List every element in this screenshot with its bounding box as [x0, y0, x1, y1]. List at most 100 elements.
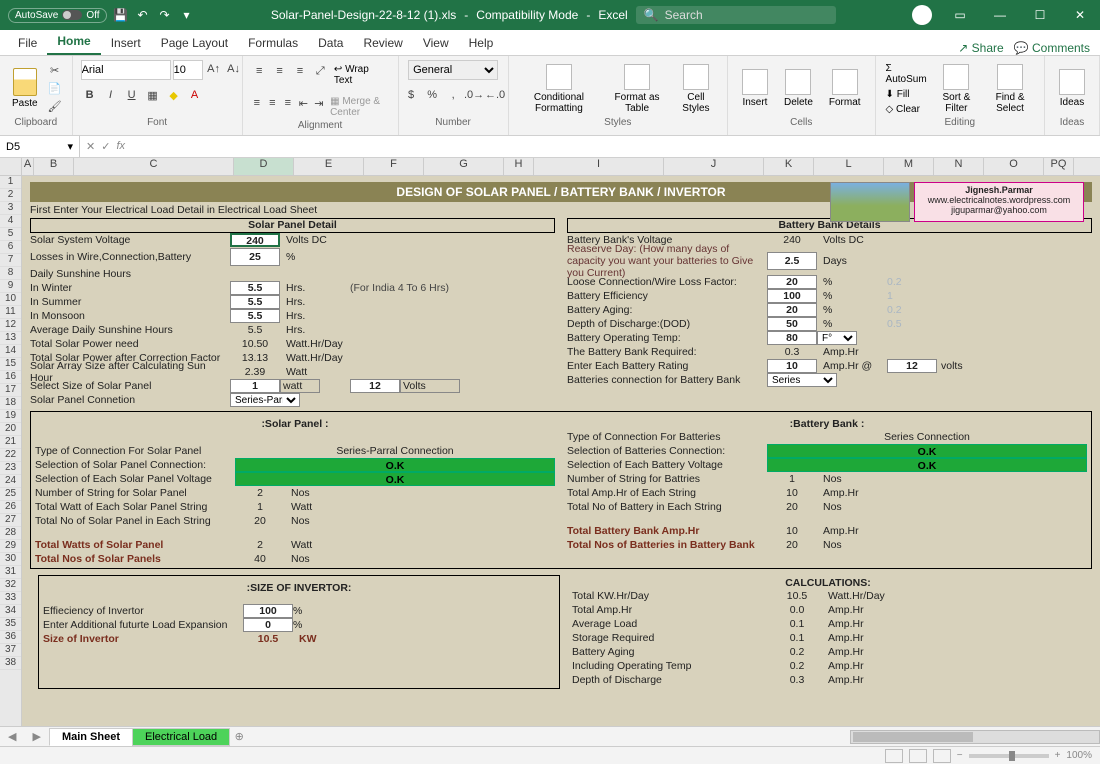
- clear-button[interactable]: ◇ Clear: [884, 102, 929, 117]
- mode: Compatibility Mode: [476, 8, 578, 22]
- minimize-icon[interactable]: —: [980, 0, 1020, 30]
- format-table-button[interactable]: Format as Table: [605, 62, 669, 116]
- format-painter-icon[interactable]: 🖌: [46, 98, 64, 116]
- sheet-nav-prev[interactable]: ◀: [0, 730, 24, 743]
- tab-review[interactable]: Review: [353, 31, 412, 55]
- page-break-view-icon[interactable]: [933, 749, 951, 763]
- normal-view-icon[interactable]: [885, 749, 903, 763]
- save-icon[interactable]: 💾: [113, 7, 129, 23]
- format-cells-button[interactable]: Format: [823, 67, 867, 110]
- paste-icon: [13, 68, 37, 96]
- cell-styles-button[interactable]: Cell Styles: [673, 62, 719, 116]
- delete-cells-button[interactable]: Delete: [778, 67, 819, 110]
- comma-icon[interactable]: ,: [444, 86, 462, 104]
- tab-help[interactable]: Help: [459, 31, 504, 55]
- copy-icon[interactable]: 📄: [46, 80, 64, 98]
- sheet-tabs: ◀ ▶ Main Sheet Electrical Load ⊕: [0, 726, 1100, 746]
- number-format-select[interactable]: General: [408, 60, 498, 80]
- insert-cells-button[interactable]: Insert: [736, 67, 774, 110]
- border-icon[interactable]: ▦: [144, 86, 162, 104]
- tab-formulas[interactable]: Formulas: [238, 31, 308, 55]
- column-headers: A B C D E F G H I J K L M N O PQ: [0, 158, 1100, 176]
- tab-file[interactable]: File: [8, 31, 47, 55]
- currency-icon[interactable]: $: [402, 86, 420, 104]
- font-name-select[interactable]: [81, 60, 171, 80]
- qat-dropdown-icon[interactable]: ▾: [179, 7, 195, 23]
- filename: Solar-Panel-Design-22-8-12 (1).xls: [271, 8, 456, 22]
- increase-font-icon[interactable]: A↑: [205, 60, 223, 78]
- search-input[interactable]: 🔍 Search: [636, 6, 836, 24]
- fill-button[interactable]: ⬇ Fill: [884, 87, 929, 102]
- battery-connection-select[interactable]: Series: [767, 373, 837, 387]
- sort-filter-button[interactable]: Sort & Filter: [933, 62, 980, 116]
- name-box[interactable]: D5▾: [0, 136, 80, 157]
- increase-indent-icon[interactable]: ⇥: [313, 94, 326, 112]
- align-middle-icon[interactable]: ≡: [271, 62, 288, 80]
- temp-unit-select[interactable]: F°: [817, 331, 857, 345]
- cell-d5[interactable]: 240: [230, 233, 280, 247]
- percent-icon[interactable]: %: [423, 86, 441, 104]
- horizontal-scrollbar[interactable]: [850, 730, 1100, 744]
- add-sheet-button[interactable]: ⊕: [229, 730, 249, 743]
- select-all-corner[interactable]: [0, 158, 22, 175]
- share-button[interactable]: ↗ Share: [958, 41, 1003, 55]
- ideas-button[interactable]: Ideas: [1053, 67, 1091, 110]
- tab-data[interactable]: Data: [308, 31, 353, 55]
- enter-formula-icon[interactable]: ✓: [101, 140, 110, 153]
- autosum-button[interactable]: Σ AutoSum: [884, 61, 929, 87]
- bold-icon[interactable]: B: [81, 86, 99, 104]
- font-size-select[interactable]: [173, 60, 203, 80]
- zoom-in-button[interactable]: +: [1055, 750, 1061, 761]
- decrease-indent-icon[interactable]: ⇤: [297, 94, 310, 112]
- comments-button[interactable]: 💬 Comments: [1014, 41, 1090, 55]
- maximize-icon[interactable]: ☐: [1020, 0, 1060, 30]
- sheet-nav-next[interactable]: ▶: [24, 730, 48, 743]
- tab-home[interactable]: Home: [47, 29, 100, 55]
- merge-button[interactable]: ▦ Merge & Center: [328, 94, 390, 120]
- tab-insert[interactable]: Insert: [101, 31, 151, 55]
- font-color-icon[interactable]: A: [186, 86, 204, 104]
- page-layout-view-icon[interactable]: [909, 749, 927, 763]
- decrease-decimal-icon[interactable]: ←.0: [486, 86, 504, 104]
- align-bottom-icon[interactable]: ≡: [291, 62, 308, 80]
- cancel-formula-icon[interactable]: ✕: [86, 140, 95, 153]
- tab-view[interactable]: View: [413, 31, 459, 55]
- fx-icon[interactable]: fx: [116, 140, 125, 153]
- autosave-toggle[interactable]: AutoSave Off: [8, 8, 107, 23]
- avatar[interactable]: [912, 5, 932, 25]
- status-bar: − + 100%: [0, 746, 1100, 764]
- ribbon-display-icon[interactable]: ▭: [940, 0, 980, 30]
- cut-icon[interactable]: ✂: [46, 62, 64, 80]
- sheet-tab-load[interactable]: Electrical Load: [132, 728, 230, 746]
- paste-button[interactable]: Paste: [8, 66, 42, 111]
- orientation-icon[interactable]: ⤢: [312, 62, 329, 80]
- decrease-font-icon[interactable]: A↓: [225, 60, 243, 78]
- zoom-out-button[interactable]: −: [957, 750, 963, 761]
- align-top-icon[interactable]: ≡: [251, 62, 268, 80]
- zoom-level[interactable]: 100%: [1066, 750, 1092, 761]
- redo-icon[interactable]: ↷: [157, 7, 173, 23]
- sheet-grid[interactable]: 1234567891011121314151617181920212223242…: [0, 176, 1100, 730]
- undo-icon[interactable]: ↶: [135, 7, 151, 23]
- underline-icon[interactable]: U: [123, 86, 141, 104]
- sheet-tab-main[interactable]: Main Sheet: [49, 728, 133, 746]
- increase-decimal-icon[interactable]: .0→: [465, 86, 483, 104]
- italic-icon[interactable]: I: [102, 86, 120, 104]
- row-headers: 1234567891011121314151617181920212223242…: [0, 176, 22, 730]
- solar-connection-select[interactable]: Series-Parral: [230, 393, 300, 407]
- fill-color-icon[interactable]: ◆: [165, 86, 183, 104]
- align-center-icon[interactable]: ≡: [266, 94, 279, 112]
- solar-header: Solar Panel Detail: [30, 218, 555, 233]
- zoom-slider[interactable]: [969, 754, 1049, 758]
- align-right-icon[interactable]: ≡: [282, 94, 295, 112]
- align-left-icon[interactable]: ≡: [251, 94, 264, 112]
- ribbon-tabs: File Home Insert Page Layout Formulas Da…: [0, 30, 1100, 56]
- close-icon[interactable]: ✕: [1060, 0, 1100, 30]
- find-select-button[interactable]: Find & Select: [984, 62, 1036, 116]
- wrap-text-button[interactable]: ↩ Wrap Text: [332, 62, 390, 88]
- formula-bar: D5▾ ✕ ✓ fx: [0, 136, 1100, 158]
- conditional-formatting-button[interactable]: Conditional Formatting: [517, 62, 602, 116]
- tab-page-layout[interactable]: Page Layout: [151, 31, 238, 55]
- ribbon: Paste ✂ 📄 🖌 Clipboard A↑ A↓ B I U ▦ ◆: [0, 56, 1100, 136]
- search-icon: 🔍: [644, 8, 659, 22]
